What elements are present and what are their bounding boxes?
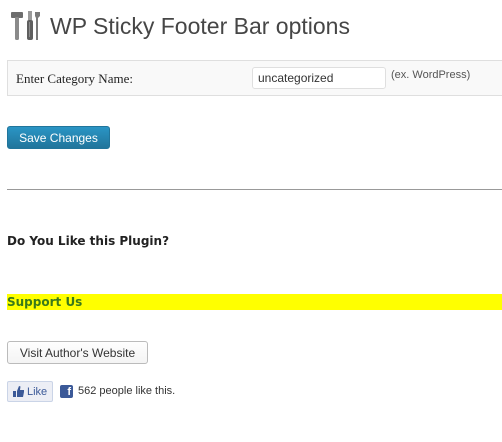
thumb-up-icon [12,385,25,398]
facebook-like-count: 562 people like this. [78,385,176,397]
plugin-question-heading: Do You Like this Plugin? [7,234,170,248]
visit-author-website-button[interactable]: Visit Author's Website [7,341,148,364]
page-title: WP Sticky Footer Bar options [50,13,350,39]
support-banner: Support Us [7,294,502,310]
page-header: WP Sticky Footer Bar options [8,8,350,44]
category-name-label: Enter Category Name: [16,71,133,86]
category-name-hint: (ex. WordPress) [391,69,471,81]
save-changes-button[interactable]: Save Changes [7,126,110,149]
facebook-like-button[interactable]: Like [7,381,53,402]
divider [7,189,502,190]
tools-icon [8,9,42,43]
facebook-icon: f [60,385,73,398]
support-us-text: Support Us [7,295,83,309]
facebook-like-label: Like [27,385,48,398]
category-name-input[interactable] [252,67,386,89]
settings-table: Enter Category Name: (ex. WordPress) [7,60,502,96]
